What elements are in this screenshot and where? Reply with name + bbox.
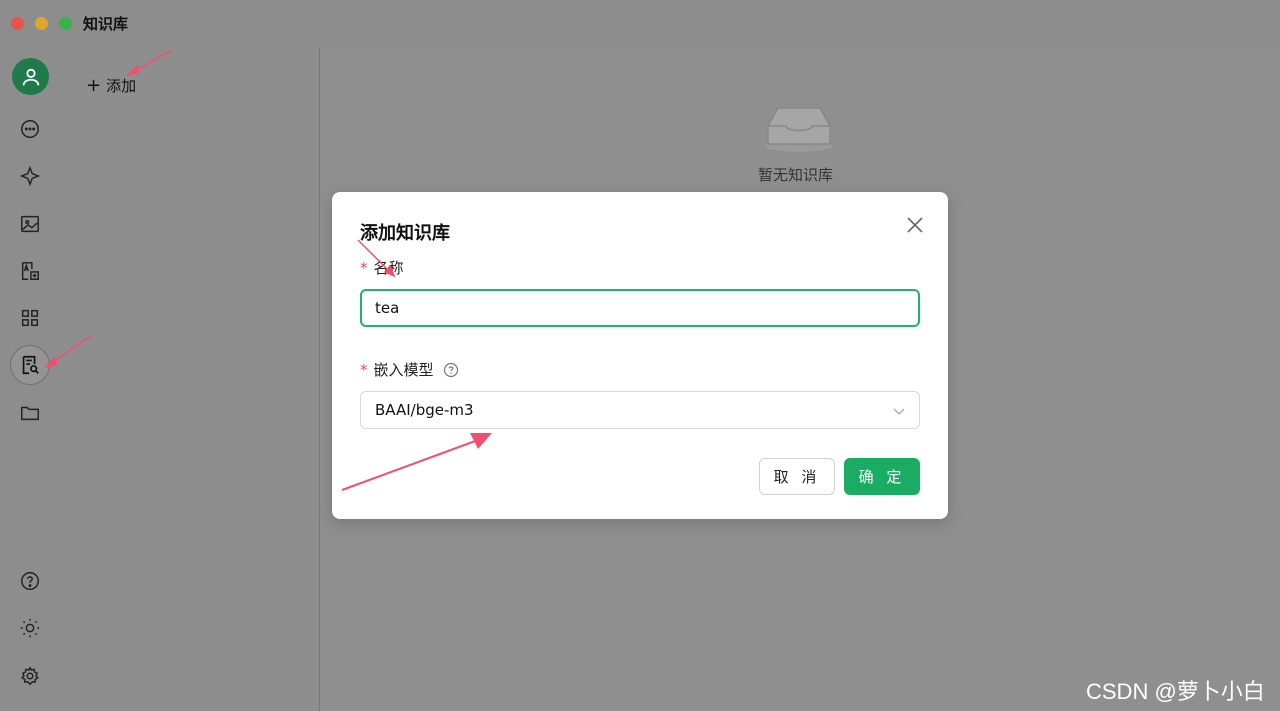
settings-gear-icon[interactable] <box>12 658 48 694</box>
sidebar <box>0 48 60 711</box>
dialog-title: 添加知识库 <box>360 223 450 244</box>
question-circle-icon[interactable] <box>443 362 459 378</box>
plus-icon: + <box>86 74 102 96</box>
cancel-button[interactable]: 取 消 <box>759 458 835 495</box>
embedding-model-select[interactable]: BAAI/bge-m3 <box>360 391 920 429</box>
add-knowledge-label: 添加 <box>106 77 137 95</box>
minimize-window-button[interactable] <box>35 17 48 30</box>
folder-icon[interactable] <box>12 395 48 431</box>
chat-icon[interactable] <box>12 111 48 147</box>
title-bar: 知识库 <box>0 0 1280 48</box>
chevron-down-icon <box>893 408 905 415</box>
close-icon[interactable] <box>904 214 926 236</box>
knowledge-list-pane: + 添加 <box>60 48 320 711</box>
image-icon[interactable] <box>12 206 48 242</box>
empty-inbox-icon <box>765 107 833 152</box>
name-field-label: * 名称 <box>360 259 404 277</box>
user-avatar-icon[interactable] <box>12 58 49 95</box>
help-icon[interactable] <box>12 563 48 599</box>
empty-state-text: 暂无知识库 <box>758 166 834 184</box>
watermark-text: CSDN @萝卜小白 <box>1086 679 1265 704</box>
model-field-label: * 嵌入模型 <box>360 359 459 380</box>
apps-grid-icon[interactable] <box>12 300 48 336</box>
close-window-button[interactable] <box>11 17 24 30</box>
add-knowledge-button[interactable]: + 添加 <box>86 75 136 96</box>
embedding-model-value: BAAI/bge-m3 <box>375 401 474 419</box>
confirm-button[interactable]: 确 定 <box>844 458 920 495</box>
maximize-window-button[interactable] <box>59 17 72 30</box>
translate-icon[interactable] <box>12 253 48 289</box>
name-input[interactable]: tea <box>360 289 920 327</box>
add-knowledge-dialog: 添加知识库 * 名称 tea * 嵌入模型 BAAI/bge-m3 取 消 确 定 <box>332 192 948 519</box>
knowledge-base-icon[interactable] <box>10 345 50 385</box>
theme-sun-icon[interactable] <box>12 610 48 646</box>
required-asterisk: * <box>360 361 368 379</box>
window-title: 知识库 <box>83 15 129 33</box>
required-asterisk: * <box>360 259 368 277</box>
sparkle-icon[interactable] <box>12 158 48 194</box>
